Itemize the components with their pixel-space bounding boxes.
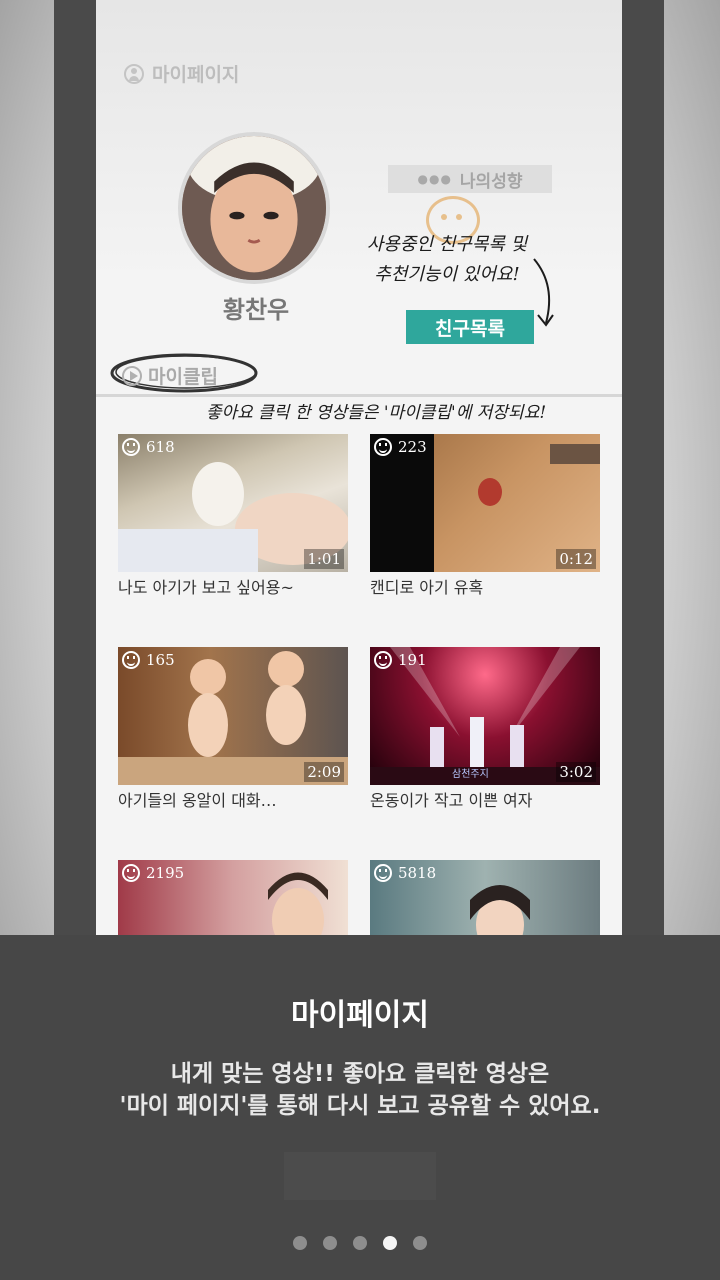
video-title: 나도 아기가 보고 싶어용~ <box>118 578 294 597</box>
friends-note-line-2: 추천기능이 있어요! <box>374 264 520 285</box>
page-indicator <box>0 1236 720 1250</box>
myclip-annotation: 좋아요 클릭 한 영상들은 '마이클립'에 저장되요! <box>205 403 547 423</box>
tab-myclip[interactable]: 마이클립 <box>122 362 218 389</box>
video-title: 아기들의 옹알이 대화… <box>118 791 277 810</box>
video-card[interactable]: 618 1:01 나도 아기가 보고 싶어용~ <box>118 434 348 598</box>
pager-dot[interactable] <box>353 1236 367 1250</box>
video-title: 온동이가 작고 이쁜 여자 <box>370 791 533 810</box>
video-duration: 3:02 <box>556 762 596 782</box>
tutorial-description-line-1: 내게 맞는 영상!! 좋아요 클릭한 영상은 <box>170 1061 550 1087</box>
video-card[interactable]: 5818 <box>370 860 600 935</box>
likes-badge: 5818 <box>374 864 436 882</box>
more-dots-icon: ●●● <box>417 172 452 186</box>
device-frame-right <box>622 0 664 935</box>
likes-count: 2195 <box>146 864 185 882</box>
tab-myclip-label: 마이클립 <box>148 366 218 388</box>
device-frame-left <box>54 0 96 935</box>
app-screen-preview: 마이페이지 황찬우 ●●● 나의성향 사용중인 친구목록 및 추천기능이 있어요… <box>96 0 622 935</box>
smile-icon <box>122 438 140 456</box>
video-duration: 2:09 <box>304 762 344 782</box>
pager-dot[interactable] <box>383 1236 397 1250</box>
page-header: 마이페이지 <box>124 60 239 87</box>
friends-annotation: 사용중인 친구목록 및 추천기능이 있어요! <box>352 230 542 290</box>
my-tendency-label: 나의성향 <box>459 171 523 192</box>
divider <box>96 394 622 397</box>
user-icon <box>124 63 144 84</box>
friends-note-line-1: 사용중인 친구목록 및 <box>366 234 528 255</box>
pager-dot[interactable] <box>293 1236 307 1250</box>
play-icon <box>122 365 142 386</box>
page-title: 마이페이지 <box>152 64 240 86</box>
video-thumbnail[interactable]: 223 0:12 <box>370 434 600 572</box>
likes-badge: 2195 <box>122 864 184 882</box>
likes-count: 223 <box>398 438 427 456</box>
likes-count: 5818 <box>398 864 437 882</box>
smile-icon <box>122 651 140 669</box>
video-title: 캔디로 아기 유혹 <box>370 578 484 597</box>
friends-list-button[interactable]: 친구목록 <box>406 310 534 344</box>
thumbnail-caption: 삼천주지 <box>452 769 489 780</box>
tutorial-description: 내게 맞는 영상!! 좋아요 클릭한 영상은 '마이 페이지'를 통해 다시 보… <box>0 1058 720 1122</box>
likes-count: 191 <box>398 651 427 669</box>
video-thumbnail[interactable]: 2195 <box>118 860 348 935</box>
avatar[interactable] <box>178 132 330 284</box>
pager-dot[interactable] <box>413 1236 427 1250</box>
video-card[interactable]: 삼천주지 191 3:02 온동이가 작고 이쁜 여자 <box>370 647 600 811</box>
tutorial-title: 마이페이지 <box>291 998 429 1033</box>
video-duration: 0:12 <box>556 549 596 569</box>
pager-dot[interactable] <box>323 1236 337 1250</box>
likes-badge: 191 <box>374 651 427 669</box>
video-card[interactable]: 223 0:12 캔디로 아기 유혹 <box>370 434 600 598</box>
tutorial-description-line-2: '마이 페이지'를 통해 다시 보고 공유할 수 있어요. <box>119 1093 601 1119</box>
video-card[interactable]: 165 2:09 아기들의 옹알이 대화… <box>118 647 348 811</box>
video-thumbnail[interactable]: 618 1:01 <box>118 434 348 572</box>
likes-badge: 223 <box>374 438 427 456</box>
video-card[interactable]: 2195 <box>118 860 348 935</box>
smile-icon <box>374 651 392 669</box>
likes-count: 165 <box>146 651 175 669</box>
smile-icon <box>374 438 392 456</box>
my-tendency-button[interactable]: ●●● 나의성향 <box>388 165 552 193</box>
video-thumbnail[interactable]: 5818 <box>370 860 600 935</box>
video-thumbnail[interactable]: 삼천주지 191 3:02 <box>370 647 600 785</box>
smile-icon <box>374 864 392 882</box>
video-duration: 1:01 <box>304 549 344 569</box>
smile-icon <box>122 864 140 882</box>
start-button[interactable] <box>284 1152 436 1200</box>
avatar-portrait <box>182 136 326 280</box>
user-name: 황찬우 <box>222 296 290 324</box>
video-thumbnail[interactable]: 165 2:09 <box>118 647 348 785</box>
likes-count: 618 <box>146 438 175 456</box>
likes-badge: 618 <box>122 438 175 456</box>
likes-badge: 165 <box>122 651 175 669</box>
